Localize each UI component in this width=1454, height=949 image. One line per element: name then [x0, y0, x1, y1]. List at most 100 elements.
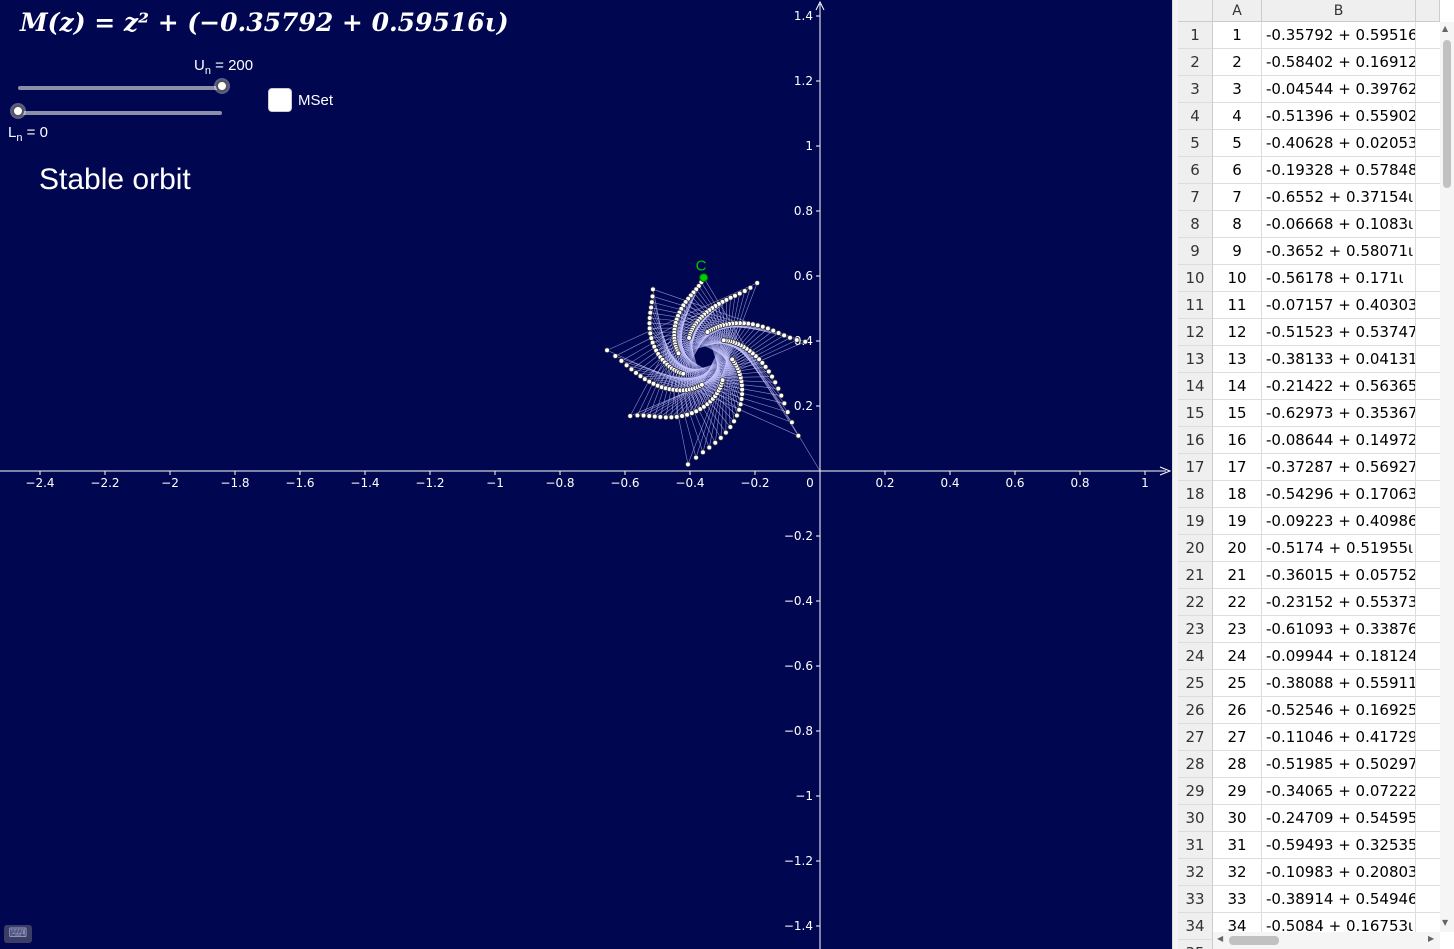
cell-c[interactable] — [1416, 859, 1440, 886]
cell-b[interactable]: -0.07157 + 0.40303ι — [1262, 292, 1416, 319]
cell-b[interactable]: -0.51523 + 0.53747ι — [1262, 319, 1416, 346]
scroll-left-icon[interactable]: ◀ — [1217, 934, 1223, 943]
cell-a[interactable]: 33 — [1213, 886, 1262, 913]
table-row[interactable]: 25 25 -0.38088 + 0.55911ι — [1178, 670, 1440, 697]
table-row[interactable]: 9 9 -0.3652 + 0.58071ι — [1178, 238, 1440, 265]
cell-c[interactable] — [1416, 589, 1440, 616]
cell-c[interactable] — [1416, 373, 1440, 400]
scroll-down-icon[interactable]: ▼ — [1442, 918, 1448, 927]
cell-a[interactable]: 14 — [1213, 373, 1262, 400]
table-row[interactable]: 21 21 -0.36015 + 0.05752ι — [1178, 562, 1440, 589]
row-number[interactable]: 2 — [1178, 49, 1213, 76]
cell-b[interactable]: -0.6552 + 0.37154ι — [1262, 184, 1416, 211]
point-c-group[interactable]: C — [696, 258, 709, 283]
cell-c[interactable] — [1416, 319, 1440, 346]
cell-b[interactable]: -0.21422 + 0.56365ι — [1262, 373, 1416, 400]
slider-thumb[interactable] — [12, 105, 24, 117]
cell-c[interactable] — [1416, 616, 1440, 643]
scroll-thumb[interactable] — [1443, 40, 1451, 188]
row-number[interactable]: 18 — [1178, 481, 1213, 508]
table-row[interactable]: 6 6 -0.19328 + 0.57848ι — [1178, 157, 1440, 184]
row-number[interactable]: 21 — [1178, 562, 1213, 589]
cell-b[interactable]: -0.35792 + 0.59516ι — [1262, 22, 1416, 49]
slider-thumb[interactable] — [216, 80, 228, 92]
row-number[interactable]: 10 — [1178, 265, 1213, 292]
cell-a[interactable]: 16 — [1213, 427, 1262, 454]
cell-c[interactable] — [1416, 778, 1440, 805]
table-row[interactable]: 29 29 -0.34065 + 0.07222ι — [1178, 778, 1440, 805]
row-number[interactable]: 5 — [1178, 130, 1213, 157]
slider-track[interactable] — [18, 86, 222, 90]
row-number[interactable]: 28 — [1178, 751, 1213, 778]
row-number[interactable]: 26 — [1178, 697, 1213, 724]
cell-b[interactable]: -0.59493 + 0.32535ι — [1262, 832, 1416, 859]
cell-c[interactable] — [1416, 292, 1440, 319]
row-number[interactable]: 4 — [1178, 103, 1213, 130]
cell-c[interactable] — [1416, 49, 1440, 76]
cell-a[interactable]: 19 — [1213, 508, 1262, 535]
table-row[interactable]: 7 7 -0.6552 + 0.37154ι — [1178, 184, 1440, 211]
cell-c[interactable] — [1416, 481, 1440, 508]
cell-a[interactable]: 17 — [1213, 454, 1262, 481]
cell-b[interactable]: -0.40628 + 0.02053ι — [1262, 130, 1416, 157]
cell-b[interactable]: -0.08644 + 0.14972ι — [1262, 427, 1416, 454]
cell-b[interactable]: -0.38088 + 0.55911ι — [1262, 670, 1416, 697]
cell-b[interactable]: -0.23152 + 0.55373ι — [1262, 589, 1416, 616]
cell-a[interactable]: 20 — [1213, 535, 1262, 562]
cell-a[interactable]: 22 — [1213, 589, 1262, 616]
cell-a[interactable]: 28 — [1213, 751, 1262, 778]
cell-c[interactable] — [1416, 751, 1440, 778]
cell-b[interactable]: -0.56178 + 0.171ι — [1262, 265, 1416, 292]
cell-b[interactable]: -0.61093 + 0.33876ι — [1262, 616, 1416, 643]
row-number[interactable]: 30 — [1178, 805, 1213, 832]
row-number[interactable]: 13 — [1178, 346, 1213, 373]
cell-b[interactable]: -0.58402 + 0.16912ι — [1262, 49, 1416, 76]
row-number[interactable]: 23 — [1178, 616, 1213, 643]
cell-b[interactable]: -0.24709 + 0.54595ι — [1262, 805, 1416, 832]
cell-a[interactable]: 30 — [1213, 805, 1262, 832]
cell-b[interactable]: -0.10983 + 0.20803ι — [1262, 859, 1416, 886]
coordinate-plane[interactable]: −2.4 −2.2 −2 −1.8 −1.6 −1.4 −1.2 −1 −0.8 −0.6 −0.4… — [0, 0, 1172, 949]
row-number[interactable]: 16 — [1178, 427, 1213, 454]
cell-c[interactable] — [1416, 238, 1440, 265]
cell-a[interactable]: 12 — [1213, 319, 1262, 346]
table-row[interactable]: 14 14 -0.21422 + 0.56365ι — [1178, 373, 1440, 400]
vertical-scrollbar[interactable]: ▲ ▼ — [1440, 22, 1454, 932]
column-header-a[interactable]: A — [1213, 0, 1262, 22]
graphics-view[interactable]: −2.4 −2.2 −2 −1.8 −1.6 −1.4 −1.2 −1 −0.8 −0.6 −0.4… — [0, 0, 1172, 949]
row-number[interactable]: 35 — [1178, 940, 1213, 949]
cell-b[interactable]: -0.37287 + 0.56927ι — [1262, 454, 1416, 481]
cell-a[interactable]: 13 — [1213, 346, 1262, 373]
cell-a[interactable]: 26 — [1213, 697, 1262, 724]
cell-c[interactable] — [1416, 103, 1440, 130]
cell-a[interactable]: 15 — [1213, 400, 1262, 427]
row-number[interactable]: 15 — [1178, 400, 1213, 427]
row-number[interactable]: 6 — [1178, 157, 1213, 184]
cell-c[interactable] — [1416, 211, 1440, 238]
point-c[interactable] — [699, 273, 709, 283]
cell-b[interactable]: -0.34065 + 0.07222ι — [1262, 778, 1416, 805]
cell-b[interactable]: -0.54296 + 0.17063ι — [1262, 481, 1416, 508]
cell-a[interactable]: 1 — [1213, 22, 1262, 49]
cell-c[interactable] — [1416, 508, 1440, 535]
cell-b[interactable]: -0.52546 + 0.16925ι — [1262, 697, 1416, 724]
table-row[interactable]: 17 17 -0.37287 + 0.56927ι — [1178, 454, 1440, 481]
mset-checkbox-label[interactable]: MSet — [298, 92, 333, 109]
row-number[interactable]: 9 — [1178, 238, 1213, 265]
row-number[interactable]: 32 — [1178, 859, 1213, 886]
cell-c[interactable] — [1416, 535, 1440, 562]
row-number[interactable]: 34 — [1178, 913, 1213, 940]
cell-a[interactable]: 10 — [1213, 265, 1262, 292]
cell-b[interactable]: -0.51985 + 0.50297ι — [1262, 751, 1416, 778]
cell-a[interactable]: 27 — [1213, 724, 1262, 751]
slider-track[interactable] — [18, 111, 222, 115]
table-row[interactable]: 28 28 -0.51985 + 0.50297ι — [1178, 751, 1440, 778]
table-row[interactable]: 16 16 -0.08644 + 0.14972ι — [1178, 427, 1440, 454]
cell-c[interactable] — [1416, 724, 1440, 751]
table-row[interactable]: 12 12 -0.51523 + 0.53747ι — [1178, 319, 1440, 346]
cell-a[interactable]: 3 — [1213, 76, 1262, 103]
row-number[interactable]: 31 — [1178, 832, 1213, 859]
cell-a[interactable]: 7 — [1213, 184, 1262, 211]
row-number[interactable]: 29 — [1178, 778, 1213, 805]
scroll-right-icon[interactable]: ▶ — [1428, 934, 1434, 943]
